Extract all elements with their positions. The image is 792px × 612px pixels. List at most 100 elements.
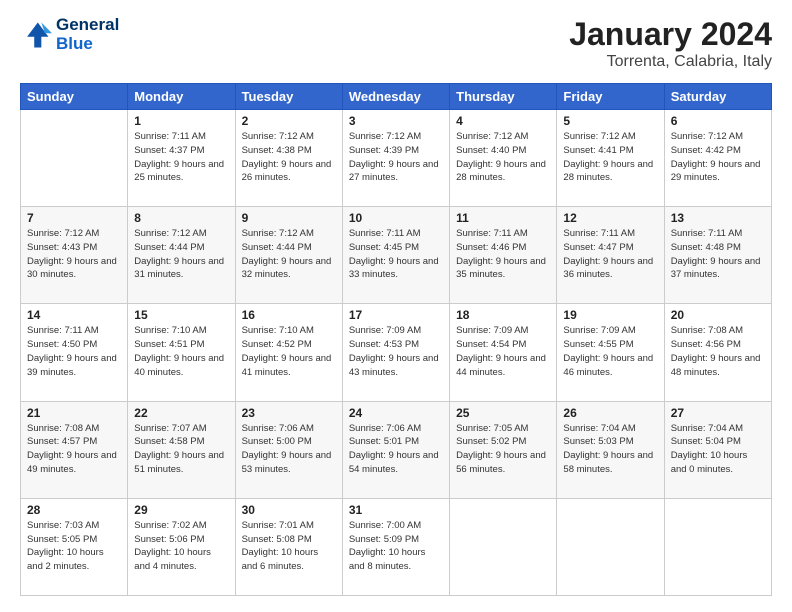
- day-cell: 9 Sunrise: 7:12 AM Sunset: 4:44 PM Daylig…: [235, 207, 342, 304]
- day-number: 1: [134, 114, 228, 128]
- day-info: Sunrise: 7:06 AM Sunset: 5:01 PM Dayligh…: [349, 422, 443, 477]
- header-thursday: Thursday: [450, 84, 557, 110]
- page: General Blue January 2024 Torrenta, Cala…: [0, 0, 792, 612]
- day-cell: [664, 498, 771, 595]
- day-cell: 18Sunrise: 7:09 AM Sunset: 4:54 PM Dayli…: [450, 304, 557, 401]
- day-number: 10: [349, 211, 443, 225]
- day-number: 24: [349, 406, 443, 420]
- day-info: Sunrise: 7:04 AM Sunset: 5:03 PM Dayligh…: [563, 422, 657, 477]
- day-cell: 24 Sunrise: 7:06 AM Sunset: 5:01 PM Dayli…: [342, 401, 449, 498]
- day-cell: 13Sunrise: 7:11 AM Sunset: 4:48 PM Dayli…: [664, 207, 771, 304]
- day-cell: 4Sunrise: 7:12 AM Sunset: 4:40 PM Daylig…: [450, 110, 557, 207]
- day-cell: 23 Sunrise: 7:06 AM Sunset: 5:00 PM Dayli…: [235, 401, 342, 498]
- day-cell: [21, 110, 128, 207]
- day-number: 3: [349, 114, 443, 128]
- day-cell: 17 Sunrise: 7:09 AM Sunset: 4:53 PM Dayli…: [342, 304, 449, 401]
- day-info: Sunrise: 7:08 AM Sunset: 4:57 PM Dayligh…: [27, 422, 121, 477]
- day-info: Sunrise: 7:09 AM Sunset: 4:53 PM Dayligh…: [349, 324, 443, 379]
- day-info: Sunrise: 7:06 AM Sunset: 5:00 PM Dayligh…: [242, 422, 336, 477]
- week-row-2: 7 Sunrise: 7:12 AM Sunset: 4:43 PM Daylig…: [21, 207, 772, 304]
- day-cell: 6 Sunrise: 7:12 AM Sunset: 4:42 PM Daylig…: [664, 110, 771, 207]
- day-number: 7: [27, 211, 121, 225]
- day-number: 30: [242, 503, 336, 517]
- week-row-1: 1 Sunrise: 7:11 AM Sunset: 4:37 PM Daylig…: [21, 110, 772, 207]
- day-info: Sunrise: 7:04 AM Sunset: 5:04 PM Dayligh…: [671, 422, 765, 477]
- day-cell: 7 Sunrise: 7:12 AM Sunset: 4:43 PM Daylig…: [21, 207, 128, 304]
- day-cell: 25Sunrise: 7:05 AM Sunset: 5:02 PM Dayli…: [450, 401, 557, 498]
- day-number: 2: [242, 114, 336, 128]
- title-block: January 2024 Torrenta, Calabria, Italy: [569, 16, 772, 71]
- day-cell: [557, 498, 664, 595]
- day-cell: 21 Sunrise: 7:08 AM Sunset: 4:57 PM Dayli…: [21, 401, 128, 498]
- day-info: Sunrise: 7:12 AM Sunset: 4:39 PM Dayligh…: [349, 130, 443, 185]
- header-monday: Monday: [128, 84, 235, 110]
- day-info: Sunrise: 7:12 AM Sunset: 4:43 PM Dayligh…: [27, 227, 121, 282]
- day-cell: 15Sunrise: 7:10 AM Sunset: 4:51 PM Dayli…: [128, 304, 235, 401]
- day-cell: 20 Sunrise: 7:08 AM Sunset: 4:56 PM Dayli…: [664, 304, 771, 401]
- day-number: 4: [456, 114, 550, 128]
- header-friday: Friday: [557, 84, 664, 110]
- calendar-table: SundayMondayTuesdayWednesdayThursdayFrid…: [20, 83, 772, 596]
- day-info: Sunrise: 7:10 AM Sunset: 4:51 PM Dayligh…: [134, 324, 228, 379]
- day-number: 17: [349, 308, 443, 322]
- day-info: Sunrise: 7:03 AM Sunset: 5:05 PM Dayligh…: [27, 519, 121, 574]
- day-info: Sunrise: 7:12 AM Sunset: 4:44 PM Dayligh…: [242, 227, 336, 282]
- day-number: 22: [134, 406, 228, 420]
- day-number: 13: [671, 211, 765, 225]
- day-number: 31: [349, 503, 443, 517]
- day-info: Sunrise: 7:05 AM Sunset: 5:02 PM Dayligh…: [456, 422, 550, 477]
- location-title: Torrenta, Calabria, Italy: [569, 53, 772, 71]
- day-cell: 30Sunrise: 7:01 AM Sunset: 5:08 PM Dayli…: [235, 498, 342, 595]
- header-saturday: Saturday: [664, 84, 771, 110]
- header-sunday: Sunday: [21, 84, 128, 110]
- day-info: Sunrise: 7:12 AM Sunset: 4:42 PM Dayligh…: [671, 130, 765, 185]
- day-cell: 1 Sunrise: 7:11 AM Sunset: 4:37 PM Daylig…: [128, 110, 235, 207]
- day-number: 23: [242, 406, 336, 420]
- day-cell: 5 Sunrise: 7:12 AM Sunset: 4:41 PM Daylig…: [557, 110, 664, 207]
- day-number: 9: [242, 211, 336, 225]
- calendar-header-row: SundayMondayTuesdayWednesdayThursdayFrid…: [21, 84, 772, 110]
- day-cell: 29Sunrise: 7:02 AM Sunset: 5:06 PM Dayli…: [128, 498, 235, 595]
- day-cell: [450, 498, 557, 595]
- day-cell: 26Sunrise: 7:04 AM Sunset: 5:03 PM Dayli…: [557, 401, 664, 498]
- day-cell: 10Sunrise: 7:11 AM Sunset: 4:45 PM Dayli…: [342, 207, 449, 304]
- header: General Blue January 2024 Torrenta, Cala…: [20, 16, 772, 71]
- day-cell: 11 Sunrise: 7:11 AM Sunset: 4:46 PM Dayli…: [450, 207, 557, 304]
- day-number: 5: [563, 114, 657, 128]
- day-number: 21: [27, 406, 121, 420]
- logo-text-blue: Blue: [56, 35, 119, 54]
- day-number: 20: [671, 308, 765, 322]
- day-cell: 31 Sunrise: 7:00 AM Sunset: 5:09 PM Dayli…: [342, 498, 449, 595]
- day-info: Sunrise: 7:11 AM Sunset: 4:37 PM Dayligh…: [134, 130, 228, 185]
- day-info: Sunrise: 7:12 AM Sunset: 4:38 PM Dayligh…: [242, 130, 336, 185]
- logo-text-general: General: [56, 16, 119, 35]
- week-row-3: 14Sunrise: 7:11 AM Sunset: 4:50 PM Dayli…: [21, 304, 772, 401]
- day-number: 29: [134, 503, 228, 517]
- header-wednesday: Wednesday: [342, 84, 449, 110]
- day-info: Sunrise: 7:07 AM Sunset: 4:58 PM Dayligh…: [134, 422, 228, 477]
- day-info: Sunrise: 7:09 AM Sunset: 4:54 PM Dayligh…: [456, 324, 550, 379]
- day-info: Sunrise: 7:12 AM Sunset: 4:41 PM Dayligh…: [563, 130, 657, 185]
- day-cell: 3 Sunrise: 7:12 AM Sunset: 4:39 PM Daylig…: [342, 110, 449, 207]
- logo-icon: [20, 19, 52, 51]
- day-number: 8: [134, 211, 228, 225]
- day-number: 28: [27, 503, 121, 517]
- day-number: 19: [563, 308, 657, 322]
- day-number: 11: [456, 211, 550, 225]
- day-cell: 14Sunrise: 7:11 AM Sunset: 4:50 PM Dayli…: [21, 304, 128, 401]
- week-row-4: 21 Sunrise: 7:08 AM Sunset: 4:57 PM Dayli…: [21, 401, 772, 498]
- day-info: Sunrise: 7:08 AM Sunset: 4:56 PM Dayligh…: [671, 324, 765, 379]
- day-info: Sunrise: 7:11 AM Sunset: 4:46 PM Dayligh…: [456, 227, 550, 282]
- day-cell: 16Sunrise: 7:10 AM Sunset: 4:52 PM Dayli…: [235, 304, 342, 401]
- day-cell: 22 Sunrise: 7:07 AM Sunset: 4:58 PM Dayli…: [128, 401, 235, 498]
- day-number: 27: [671, 406, 765, 420]
- day-info: Sunrise: 7:10 AM Sunset: 4:52 PM Dayligh…: [242, 324, 336, 379]
- day-number: 14: [27, 308, 121, 322]
- header-tuesday: Tuesday: [235, 84, 342, 110]
- day-info: Sunrise: 7:00 AM Sunset: 5:09 PM Dayligh…: [349, 519, 443, 574]
- day-number: 6: [671, 114, 765, 128]
- week-row-5: 28 Sunrise: 7:03 AM Sunset: 5:05 PM Dayli…: [21, 498, 772, 595]
- day-cell: 28 Sunrise: 7:03 AM Sunset: 5:05 PM Dayli…: [21, 498, 128, 595]
- day-cell: 19Sunrise: 7:09 AM Sunset: 4:55 PM Dayli…: [557, 304, 664, 401]
- day-cell: 27 Sunrise: 7:04 AM Sunset: 5:04 PM Dayli…: [664, 401, 771, 498]
